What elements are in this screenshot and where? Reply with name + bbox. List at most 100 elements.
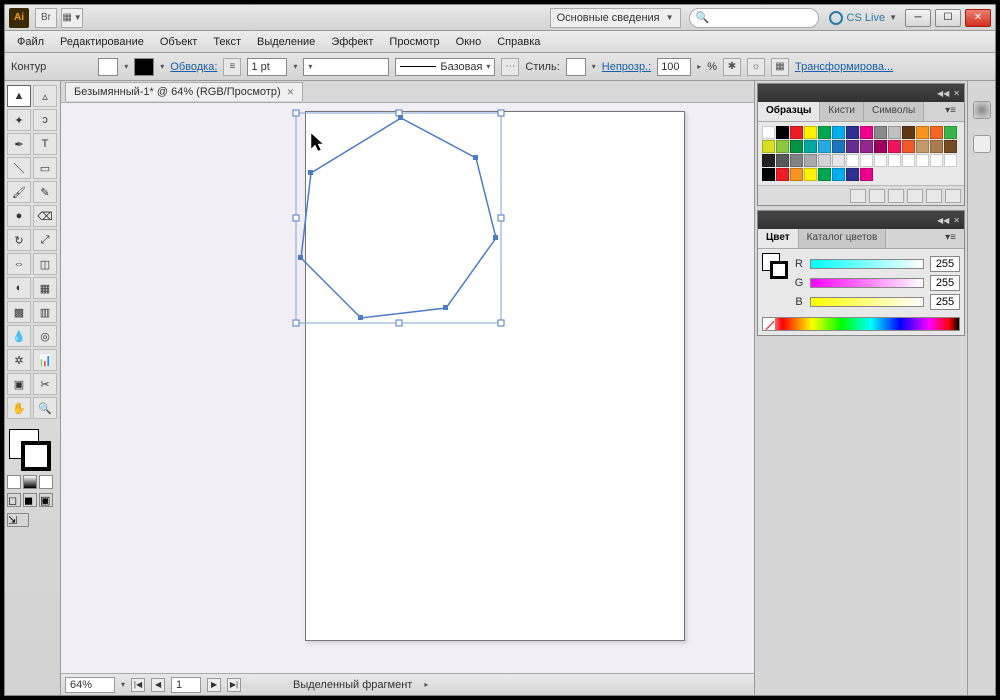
color-spectrum[interactable] bbox=[762, 317, 960, 331]
g-value[interactable]: 255 bbox=[930, 275, 960, 291]
maximize-button[interactable]: ☐ bbox=[935, 9, 961, 27]
swatch-item[interactable] bbox=[818, 154, 831, 167]
gradient-tool[interactable]: ▥ bbox=[33, 301, 57, 323]
paintbrush-tool[interactable]: 🖌 bbox=[7, 181, 31, 203]
arrange-docs-button[interactable]: ▦▼ bbox=[61, 8, 83, 28]
menu-file[interactable]: Файл bbox=[9, 33, 52, 51]
close-tab-icon[interactable]: ✕ bbox=[287, 87, 295, 98]
swatch-item[interactable] bbox=[832, 168, 845, 181]
free-transform-tool[interactable]: ◫ bbox=[33, 253, 57, 275]
eraser-tool[interactable]: ⌫ bbox=[33, 205, 57, 227]
chevron-down-icon[interactable]: ▸ bbox=[697, 62, 701, 71]
pen-tool[interactable]: ✒ bbox=[7, 133, 31, 155]
g-slider[interactable] bbox=[810, 278, 924, 288]
swatch-item[interactable] bbox=[860, 168, 873, 181]
swatch-item[interactable] bbox=[832, 126, 845, 139]
swatch-item[interactable] bbox=[902, 140, 915, 153]
shape-builder-tool[interactable]: ◐ bbox=[7, 277, 31, 299]
brush-definition[interactable]: Базовая▾ bbox=[395, 58, 495, 76]
close-button[interactable]: ✕ bbox=[965, 9, 991, 27]
swatch-item[interactable] bbox=[916, 154, 929, 167]
swatch-item[interactable] bbox=[818, 168, 831, 181]
magic-wand-tool[interactable]: ✦ bbox=[7, 109, 31, 131]
menu-window[interactable]: Окно bbox=[448, 33, 490, 51]
last-artboard-button[interactable]: ▶| bbox=[227, 678, 241, 692]
menu-object[interactable]: Объект bbox=[152, 33, 205, 51]
swatch-item[interactable] bbox=[762, 168, 775, 181]
swatch-item[interactable] bbox=[944, 140, 957, 153]
change-screen-mode[interactable]: ⇲ bbox=[7, 513, 29, 527]
zoom-field[interactable]: 64% bbox=[65, 677, 115, 693]
swatch-libraries-icon[interactable] bbox=[850, 189, 866, 203]
swatch-item[interactable] bbox=[776, 140, 789, 153]
chevron-down-icon[interactable]: ▾ bbox=[592, 62, 596, 71]
tab-color-guide[interactable]: Каталог цветов bbox=[799, 229, 887, 248]
panel-close-icon[interactable]: ✕ bbox=[953, 216, 960, 225]
delete-swatch-icon[interactable] bbox=[945, 189, 961, 203]
swatch-item[interactable] bbox=[790, 168, 803, 181]
swatch-item[interactable] bbox=[832, 140, 845, 153]
swatch-item[interactable] bbox=[790, 140, 803, 153]
tab-swatches[interactable]: Образцы bbox=[758, 102, 820, 121]
prev-artboard-button[interactable]: ◀ bbox=[151, 678, 165, 692]
swatch-item[interactable] bbox=[874, 154, 887, 167]
swatch-item[interactable] bbox=[804, 126, 817, 139]
status-menu-icon[interactable]: ▸ bbox=[424, 680, 428, 689]
dock-icon-color[interactable] bbox=[973, 101, 991, 119]
slice-tool[interactable]: ✂ bbox=[33, 373, 57, 395]
none-mode-icon[interactable] bbox=[39, 475, 53, 489]
rotate-tool[interactable]: ↻ bbox=[7, 229, 31, 251]
stroke-panel-link[interactable]: Обводка: bbox=[170, 61, 217, 73]
swatch-item[interactable] bbox=[888, 154, 901, 167]
cslive-button[interactable]: CS Live ▼ bbox=[829, 11, 897, 25]
swatch-item[interactable] bbox=[888, 126, 901, 139]
screen-mode-full-icon[interactable]: ◼ bbox=[23, 493, 37, 507]
chevron-down-icon[interactable]: ▾ bbox=[121, 680, 125, 689]
color-mode-icon[interactable] bbox=[7, 475, 21, 489]
selected-shape[interactable] bbox=[251, 103, 551, 383]
menu-edit[interactable]: Редактирование bbox=[52, 33, 152, 51]
document-tab[interactable]: Безымянный-1* @ 64% (RGB/Просмотр) ✕ bbox=[65, 82, 303, 101]
swatch-options-icon[interactable] bbox=[888, 189, 904, 203]
fill-stroke-control[interactable] bbox=[7, 427, 55, 471]
swatch-item[interactable] bbox=[762, 126, 775, 139]
stroke-weight-input[interactable]: 1 pt bbox=[247, 58, 287, 76]
scale-tool[interactable]: ⤢ bbox=[33, 229, 57, 251]
panel-close-icon[interactable]: ✕ bbox=[953, 89, 960, 98]
swatch-item[interactable] bbox=[790, 126, 803, 139]
swatch-item[interactable] bbox=[776, 168, 789, 181]
graph-tool[interactable]: 📊 bbox=[33, 349, 57, 371]
menu-effect[interactable]: Эффект bbox=[323, 33, 381, 51]
graphic-style-swatch[interactable] bbox=[566, 58, 586, 76]
symbol-sprayer-tool[interactable]: ✲ bbox=[7, 349, 31, 371]
type-tool[interactable]: T bbox=[33, 133, 57, 155]
swatch-item[interactable] bbox=[916, 140, 929, 153]
swatch-kinds-icon[interactable] bbox=[869, 189, 885, 203]
swatch-item[interactable] bbox=[860, 126, 873, 139]
gradient-mode-icon[interactable] bbox=[23, 475, 37, 489]
hand-tool[interactable]: ✋ bbox=[7, 397, 31, 419]
tab-symbols[interactable]: Символы bbox=[864, 102, 924, 121]
swatch-item[interactable] bbox=[860, 154, 873, 167]
variable-width-profile[interactable]: ▾ bbox=[303, 58, 389, 76]
direct-selection-tool[interactable]: ▵ bbox=[33, 85, 57, 107]
eyedropper-tool[interactable]: 💧 bbox=[7, 325, 31, 347]
select-similar-icon[interactable]: ☼ bbox=[747, 58, 765, 76]
transform-link[interactable]: Трансформирова... bbox=[795, 61, 893, 73]
swatch-item[interactable] bbox=[930, 154, 943, 167]
swatch-item[interactable] bbox=[902, 126, 915, 139]
swatch-item[interactable] bbox=[846, 126, 859, 139]
stroke-swatch[interactable] bbox=[134, 58, 154, 76]
next-artboard-button[interactable]: ▶ bbox=[207, 678, 221, 692]
swatch-item[interactable] bbox=[846, 154, 859, 167]
canvas[interactable] bbox=[61, 103, 754, 673]
bridge-button[interactable]: Br bbox=[35, 8, 57, 28]
swatch-item[interactable] bbox=[762, 154, 775, 167]
swatch-item[interactable] bbox=[776, 126, 789, 139]
first-artboard-button[interactable]: |◀ bbox=[131, 678, 145, 692]
swatch-item[interactable] bbox=[846, 140, 859, 153]
tab-brushes[interactable]: Кисти bbox=[820, 102, 864, 121]
panel-collapse-icon[interactable]: ◀◀ bbox=[937, 216, 949, 225]
r-value[interactable]: 255 bbox=[930, 256, 960, 272]
blob-brush-tool[interactable]: ● bbox=[7, 205, 31, 227]
